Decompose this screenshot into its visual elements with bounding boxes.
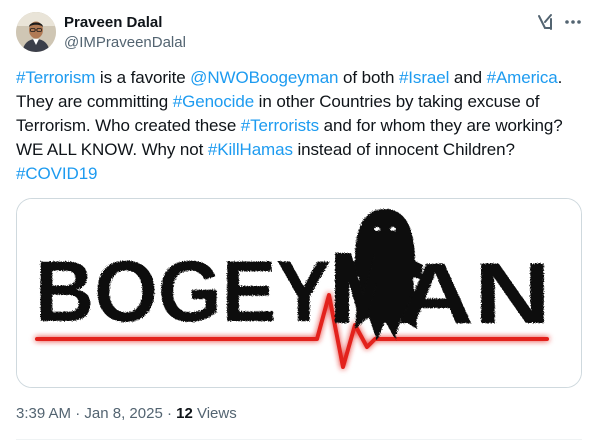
hashtag-link[interactable]: #America [487,68,558,87]
meta-separator: · [71,405,85,422]
tweet-media-image[interactable]: BOGEY AN [16,198,582,388]
author-handle[interactable]: @IMPraveenDalal [64,34,186,52]
hashtag-link[interactable]: #Terrorism [16,68,95,87]
divider [16,439,582,440]
tweet: Praveen Dalal @IMPraveenDalal #Terrorism… [0,0,598,441]
tweet-text-segment: is a favorite [95,68,191,87]
tweet-text-segment: and [449,68,487,87]
hashtag-link[interactable]: #Terrorists [241,116,319,135]
tweet-text-segment: instead of innocent Children? [292,140,515,159]
hashtag-link[interactable]: #Israel [399,68,449,87]
views-count: 12 [176,405,193,422]
author-display-name[interactable]: Praveen Dalal [64,14,162,32]
artwork-word-right: AN [397,246,551,342]
tweet-text-segment: of both [338,68,399,87]
avatar[interactable] [16,12,56,52]
boogeyman-artwork: BOGEY AN [17,199,581,387]
views-label: Views [192,405,237,422]
tweet-meta: 3:39 AM · Jan 8, 2025 · 12 Views [16,405,237,423]
meta-separator: · [162,405,177,422]
mention-link[interactable]: @NWOBoogeyman [190,68,338,87]
tweet-text: #Terrorism is a favorite @NWOBoogeyman o… [16,66,582,186]
hashtag-link[interactable]: #Genocide [173,92,254,111]
artwork-word-left: BOGEY [35,244,331,340]
more-icon[interactable] [563,12,583,32]
hashtag-link[interactable]: #KillHamas [208,140,293,159]
avatar-image [16,12,56,52]
hashtag-link[interactable]: #COVID19 [16,164,98,183]
tweet-date[interactable]: Jan 8, 2025 [84,405,162,422]
tweet-time[interactable]: 3:39 AM [16,405,71,422]
grok-icon[interactable] [536,12,556,32]
